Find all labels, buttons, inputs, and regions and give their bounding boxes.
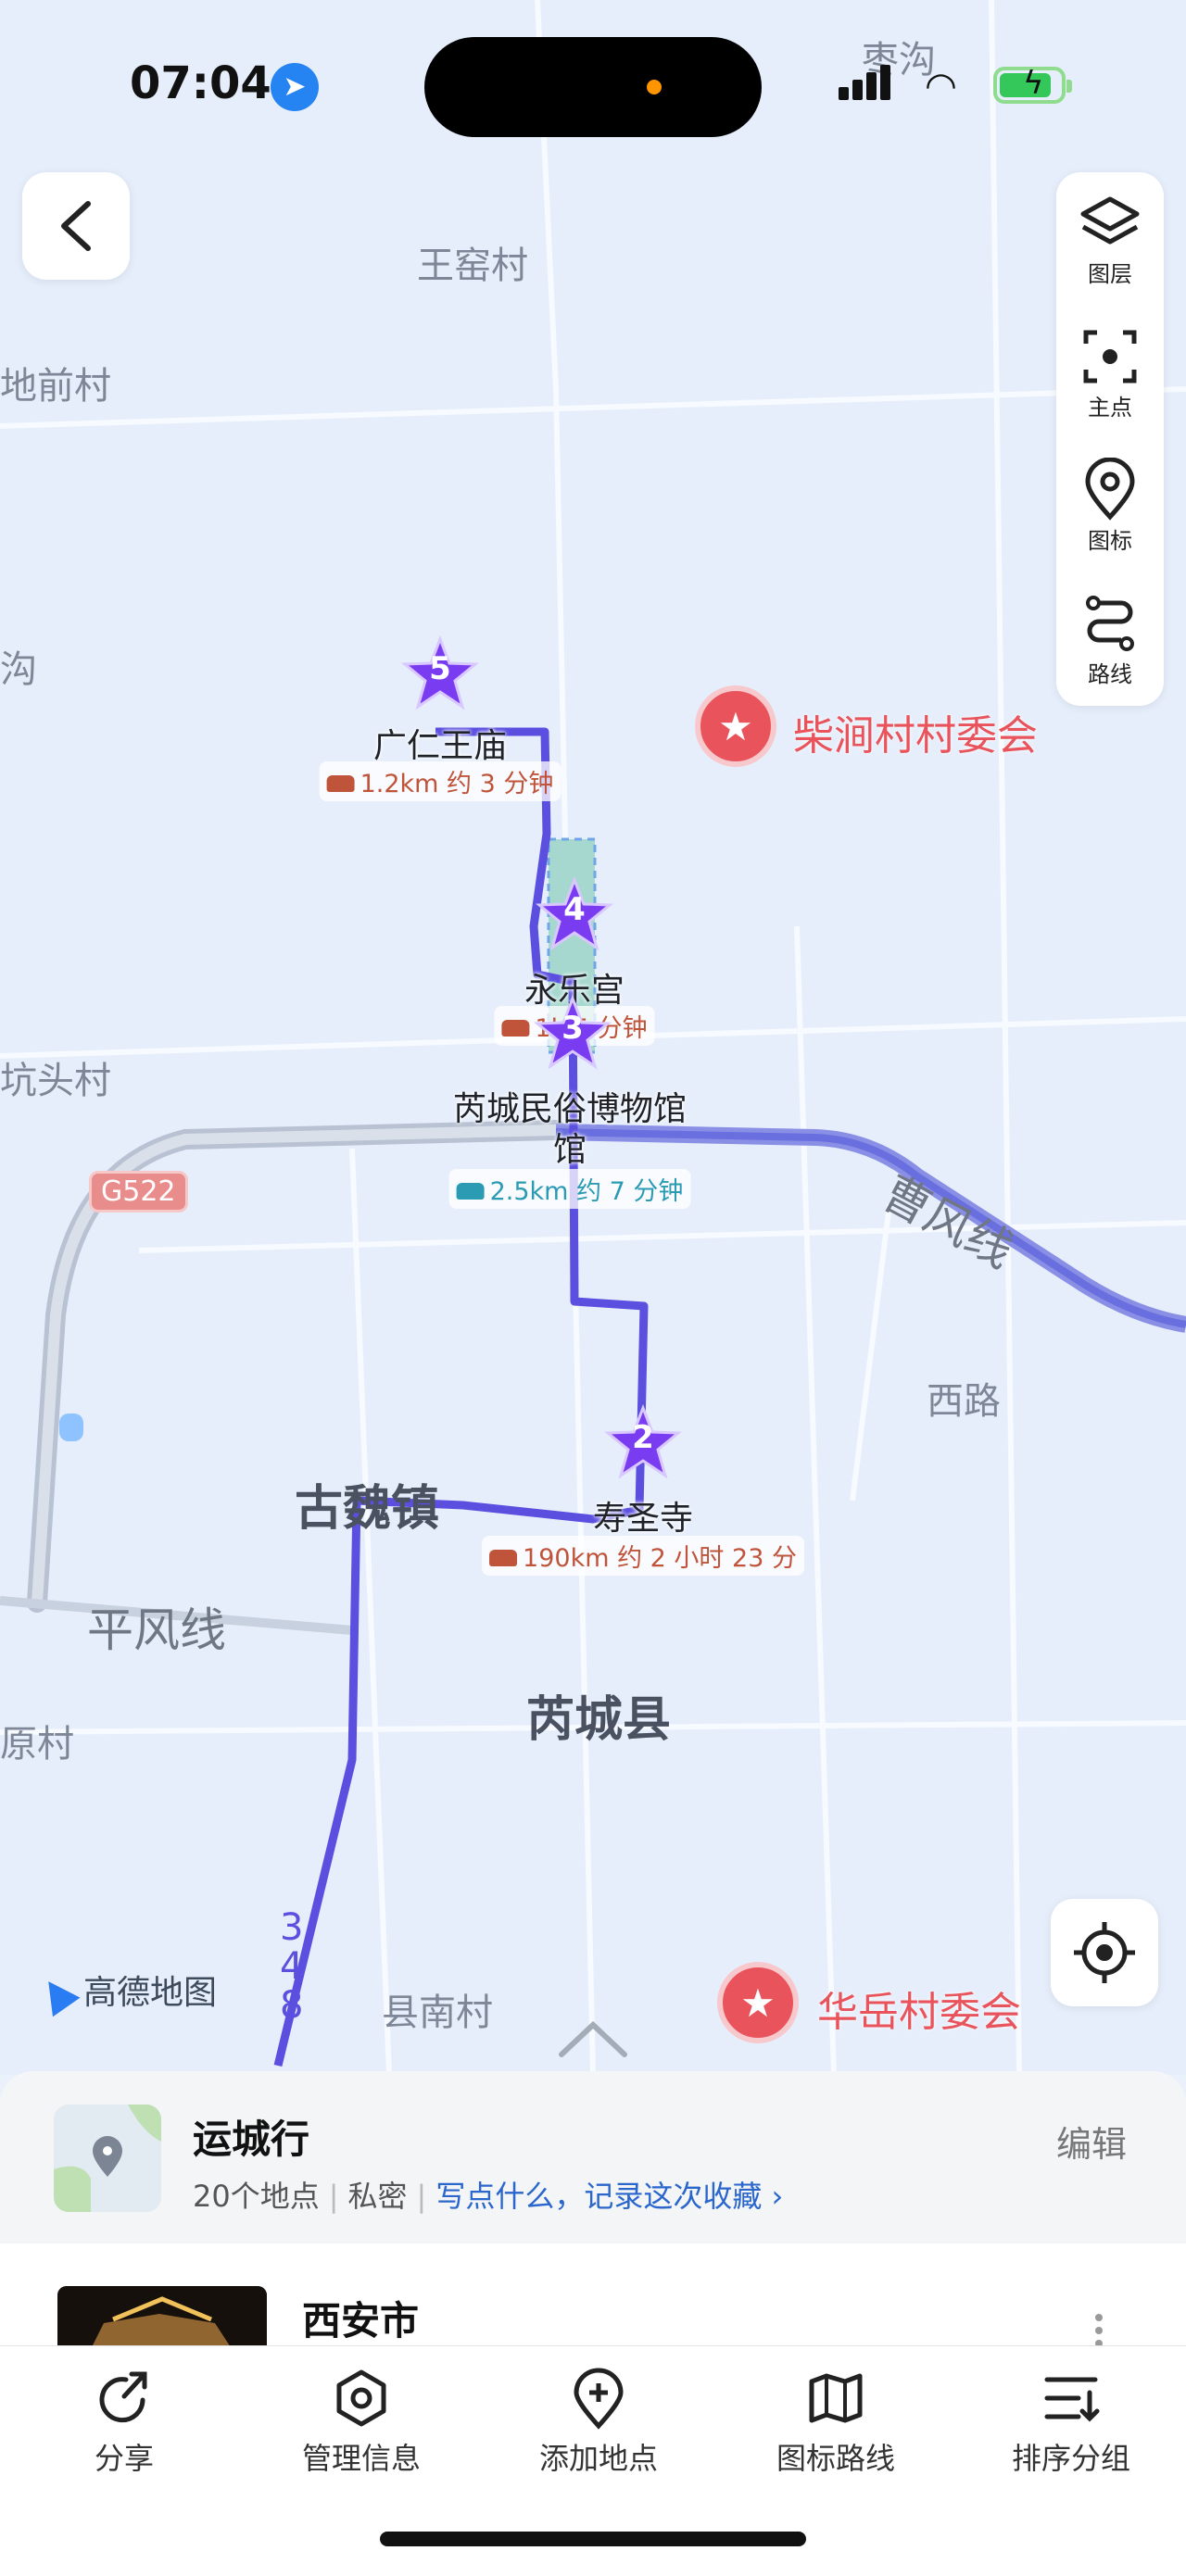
layers-button[interactable]: 图层 [1056, 172, 1164, 306]
route-stop-star-5[interactable] [401, 635, 479, 713]
village-label: 沟 [0, 648, 37, 691]
share-button[interactable]: 分享 [32, 2365, 217, 2478]
place-title: 西安市 [302, 2298, 420, 2344]
map-route-button[interactable]: 图标路线 [743, 2365, 928, 2478]
toolbar-label: 路线 [1088, 661, 1132, 687]
toolbar-label: 图标 [1088, 528, 1132, 554]
amap-logo-icon [34, 1971, 81, 2017]
chevron-right-icon: › [762, 2179, 784, 2214]
collection-header[interactable]: 运城行 20个地点 | 私密 | 写点什么，记录这次收藏 › 编辑 [0, 2071, 1186, 2243]
village-label: 地前村 [0, 365, 111, 408]
route-stop-name: 广仁王庙 [372, 727, 508, 765]
poi-label[interactable]: 柴涧村村委会 [793, 702, 1038, 761]
list-item[interactable]: 西安市 [0, 2243, 1186, 2360]
cellular-signal-icon [839, 65, 894, 100]
expand-sheet-chevron-icon[interactable] [556, 2017, 630, 2062]
route-leg-distance: 190km 约 2 小时 23 分 [482, 1536, 804, 1576]
back-chevron-icon [61, 201, 91, 251]
focus-button[interactable]: 主点 [1056, 306, 1164, 439]
add-location-icon [574, 2368, 624, 2430]
village-label: 西路 [927, 1380, 1001, 1423]
pin-button[interactable]: 图标 [1056, 439, 1164, 572]
route-stop-star-3[interactable] [534, 995, 612, 1073]
toolbar-label: 图层 [1088, 261, 1132, 287]
collection-note-link[interactable]: 写点什么，记录这次收藏 [435, 2179, 762, 2214]
village-label: 原村 [0, 1723, 74, 1766]
collection-title: 运城行 [193, 2117, 310, 2162]
focus-icon [1083, 330, 1137, 383]
route-leg-distance: 1.2km 约 3 分钟 [319, 761, 561, 801]
home-indicator[interactable] [380, 2532, 806, 2546]
poi-star-icon[interactable]: ★ [717, 1962, 799, 2043]
wifi-icon: ◠ [925, 65, 957, 107]
collection-meta: 20个地点 | 私密 | 写点什么，记录这次收藏 › [193, 2179, 784, 2214]
route-stop-star-2[interactable] [604, 1404, 682, 1482]
share-icon [99, 2371, 147, 2423]
add-location-button[interactable]: 添加地点 [506, 2365, 691, 2478]
highway-shield: G522 [89, 1171, 188, 1213]
dynamic-island [424, 37, 762, 137]
tab-label: 添加地点 [538, 2441, 658, 2476]
map-toolbar: 图层 主点 图标 路线 [1056, 172, 1164, 706]
toolbar-label: 主点 [1088, 395, 1132, 421]
tab-label: 图标路线 [776, 2441, 895, 2476]
back-button[interactable] [22, 172, 130, 280]
car-icon [326, 774, 355, 792]
sort-icon [1044, 2377, 1100, 2422]
tab-label: 分享 [94, 2441, 154, 2476]
collection-thumbnail [54, 2105, 161, 2212]
status-time: 07:04 [130, 57, 271, 109]
layers-icon [1080, 196, 1140, 245]
amap-logo: 高德地图 [34, 1966, 217, 2017]
route-road-number: 348 [280, 1906, 304, 2027]
bottom-sheet: 运城行 20个地点 | 私密 | 写点什么，记录这次收藏 › 编辑 西安市 分享 管理信… [0, 2071, 1186, 2576]
car-icon [501, 1019, 530, 1037]
car-icon [489, 1549, 518, 1566]
manage-info-button[interactable]: 管理信息 [269, 2365, 454, 2478]
my-location-button[interactable] [1051, 1899, 1158, 2006]
route-stop-name-line2: 馆 [552, 1131, 587, 1169]
collection-privacy: 私密 [347, 2179, 408, 2214]
village-label: 王窑村 [417, 245, 528, 287]
status-bar: 07:04 ➤ ◠ ϟ [0, 0, 1186, 176]
location-arrow-icon: ➤ [271, 63, 319, 111]
tab-label: 管理信息 [301, 2441, 421, 2476]
map-thumbnail-pin-icon [54, 2105, 161, 2212]
car-icon [456, 1182, 485, 1200]
route-icon [1086, 596, 1134, 651]
map-route-icon [809, 2373, 863, 2423]
manage-icon [336, 2369, 386, 2427]
route-stop-star-4[interactable] [536, 876, 613, 954]
edit-button[interactable]: 编辑 [1056, 2116, 1127, 2167]
route-button[interactable]: 路线 [1056, 572, 1164, 706]
town-label: 芮城县 [526, 1692, 672, 1748]
tab-label: 排序分组 [1011, 2441, 1130, 2476]
collection-count: 20个地点 [193, 2179, 320, 2214]
route-leg-distance: 2.5km 约 7 分钟 [448, 1169, 691, 1209]
village-label: 县南村 [382, 1992, 493, 2034]
battery-icon: ϟ [993, 65, 1072, 104]
pin-icon [1085, 458, 1135, 521]
town-label: 古魏镇 [295, 1481, 440, 1537]
route-stop-name: 寿圣寺 [592, 1500, 694, 1538]
poi-star-icon[interactable]: ★ [695, 685, 776, 767]
village-label: 坑头村 [0, 1060, 111, 1102]
sort-group-button[interactable]: 排序分组 [978, 2365, 1164, 2478]
poi-label[interactable]: 华岳村委会 [817, 1979, 1021, 2038]
map-view[interactable]: 348 枣沟 王窑村 地前村 沟 坑头村 西路 原村 县南村 古魏镇 芮城县 平… [0, 0, 1186, 2075]
road-label: 平风线 [87, 1603, 226, 1657]
crosshair-icon [1074, 1922, 1135, 1983]
